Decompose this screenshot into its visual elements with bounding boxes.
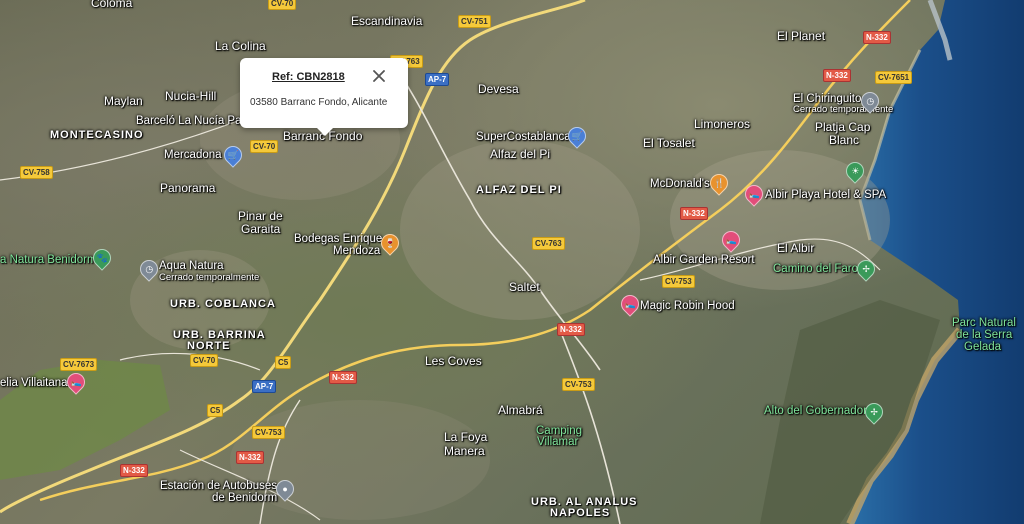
area-label-alfaz-del-pi: ALFAZ DEL PI bbox=[476, 184, 562, 196]
poi-label-natura-benidorm: a Natura Benidorm bbox=[0, 254, 97, 266]
poi-label-villamar: Villamar bbox=[537, 436, 579, 448]
road-shield-cv753: CV-753 bbox=[562, 378, 595, 391]
road-shield-cv753: CV-753 bbox=[662, 275, 695, 288]
road-shield-cv70-top: CV-70 bbox=[268, 0, 297, 10]
satellite-map[interactable]: CV-70 CV-751 CV-763 AP-7 N-332 N-332 CV-… bbox=[0, 0, 1024, 524]
poi-label-bodegas: Bodegas Enrique bbox=[294, 233, 383, 245]
area-label-napoles: NAPOLES bbox=[550, 507, 611, 519]
poi-label-albir-garden: Albir Garden Resort bbox=[653, 254, 755, 266]
road-shield-n332: N-332 bbox=[329, 371, 357, 384]
poi-label-albir-playa: Albir Playa Hotel & SPA bbox=[765, 189, 887, 201]
property-reference-link[interactable]: Ref: CBN2818 bbox=[272, 71, 345, 83]
poi-label-supercostablanca: SuperCostablanca bbox=[476, 131, 571, 143]
place-label-panorama: Panorama bbox=[160, 181, 216, 195]
road-shield-n332: N-332 bbox=[863, 31, 891, 44]
poi-label-estacion: Estación de Autobuses bbox=[160, 480, 277, 492]
place-label-el-planet: El Planet bbox=[777, 29, 826, 43]
place-label-barcelo: Barceló La Nucía Pal bbox=[136, 115, 245, 127]
place-label-el-tosalet: El Tosalet bbox=[643, 136, 695, 150]
road-shield-n332: N-332 bbox=[557, 323, 585, 336]
location-info-popup: Ref: CBN2818 03580 Barranc Fondo, Alican… bbox=[240, 58, 408, 136]
road-shield-n332: N-332 bbox=[236, 451, 264, 464]
road-shield-cv753: CV-753 bbox=[252, 426, 285, 439]
poi-label-camino-del-faro: Camino del Faro bbox=[773, 263, 859, 275]
road-shield-ap7: AP-7 bbox=[252, 380, 277, 393]
road-shield-cv7651: CV-7651 bbox=[875, 71, 913, 84]
road-shield-c5: C5 bbox=[275, 356, 292, 369]
place-label-la-colina: La Colina bbox=[215, 39, 266, 53]
poi-status-cerrado: Cerrado temporalmente bbox=[159, 272, 260, 283]
place-label-garaita: Garaita bbox=[241, 222, 281, 236]
place-label-blanc: Blanc bbox=[829, 133, 860, 147]
place-label-saltet: Saltet bbox=[509, 280, 540, 294]
poi-status-cerrado: Cerrado temporalmente bbox=[793, 104, 894, 115]
place-label-la-foya: La Foya bbox=[444, 430, 488, 444]
place-label-manera: Manera bbox=[444, 444, 485, 458]
place-label-devesa: Devesa bbox=[478, 82, 519, 96]
place-label-el-albir: El Albir bbox=[777, 241, 815, 255]
place-label-alfaz-del-pi: Alfaz del Pi bbox=[490, 147, 551, 161]
place-label-nucia-hill: Nucia-Hill bbox=[165, 89, 217, 103]
road-shield-n332: N-332 bbox=[120, 464, 148, 477]
place-label-escandinavia: Escandinavia bbox=[351, 14, 423, 28]
area-label-norte: NORTE bbox=[187, 340, 231, 352]
poi-label-mcdonalds: McDonald's bbox=[650, 178, 710, 190]
road-shield-ap7: AP-7 bbox=[425, 73, 450, 86]
place-label-maylan: Maylan bbox=[104, 94, 143, 108]
road-shield-c5: C5 bbox=[207, 404, 224, 417]
road-shield-n332: N-332 bbox=[680, 207, 708, 220]
poi-label-de-benidorm: de Benidorm bbox=[212, 492, 278, 504]
area-label-serra: de la Serra bbox=[956, 329, 1013, 341]
place-label-coloma: Coloma bbox=[91, 0, 133, 10]
poi-label-mendoza: Mendoza bbox=[333, 245, 381, 257]
close-icon[interactable] bbox=[370, 67, 388, 85]
poi-label-magic-robin-hood: Magic Robin Hood bbox=[640, 300, 735, 312]
road-shield-cv763: CV-763 bbox=[532, 237, 565, 250]
road-shield-cv70: CV-70 bbox=[250, 140, 279, 153]
road-shield-cv758: CV-758 bbox=[20, 166, 53, 179]
road-shield-cv70: CV-70 bbox=[190, 354, 219, 367]
place-label-pinar-de: Pinar de bbox=[238, 209, 283, 223]
road-shield-cv7673: CV-7673 bbox=[60, 358, 98, 371]
poi-label-alto-del-gobernador: Alto del Gobernador bbox=[764, 405, 867, 417]
road-shield-n332: N-332 bbox=[823, 69, 851, 82]
area-label-parc-natural: Parc Natural bbox=[952, 317, 1016, 329]
poi-label-aqua-natura: Aqua Natura bbox=[159, 260, 224, 272]
popup-address: 03580 Barranc Fondo, Alicante bbox=[250, 97, 388, 108]
area-label-urb-coblanca: URB. COBLANCA bbox=[170, 298, 276, 310]
area-label-montecasino: MONTECASINO bbox=[50, 129, 144, 141]
place-label-almabra: Almabrá bbox=[498, 403, 543, 417]
place-label-les-coves: Les Coves bbox=[425, 354, 482, 368]
place-label-limoneros: Limoneros bbox=[694, 117, 751, 131]
poi-label-villaitana: elia Villaitana bbox=[0, 377, 68, 389]
place-label-platja-cap: Platja Cap bbox=[815, 120, 871, 134]
road-shield-cv751: CV-751 bbox=[458, 15, 491, 28]
area-label-gelada: Gelada bbox=[964, 341, 1002, 353]
poi-label-mercadona: Mercadona bbox=[164, 149, 222, 161]
